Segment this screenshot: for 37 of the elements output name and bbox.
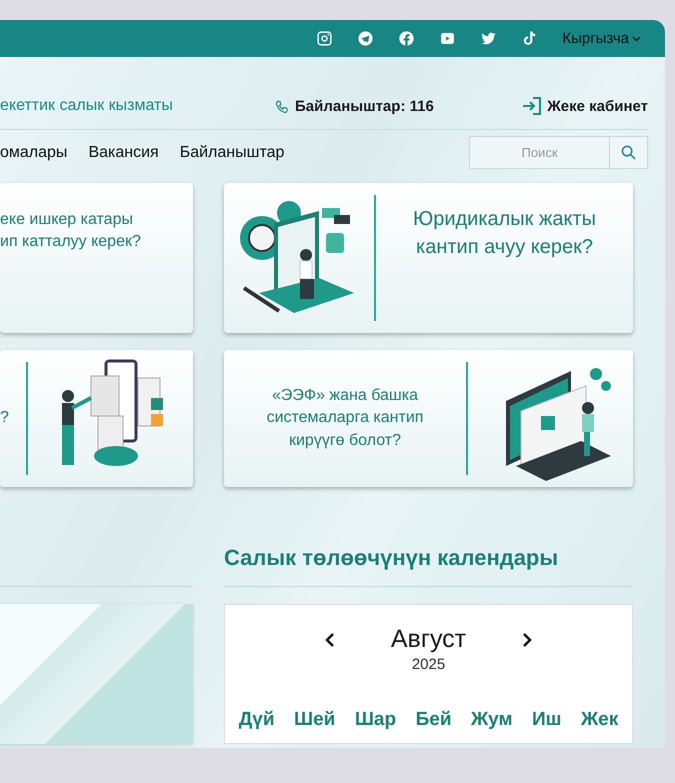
telegram-icon[interactable] (357, 30, 374, 47)
weekday-label: Шар (354, 709, 396, 731)
weekday-label: Жум (470, 709, 513, 731)
personal-cabinet-link[interactable]: Жеке кабинет (547, 98, 648, 114)
caret-icon (632, 36, 641, 42)
phone-icon (275, 100, 289, 114)
facebook-icon[interactable] (398, 30, 416, 47)
nav-link[interactable]: омалары (0, 144, 68, 162)
info-card[interactable]: «ЭЭФ» жана башка системаларга кантип кирүүгө болот? (224, 350, 633, 487)
search-field[interactable]: Поиск (469, 136, 648, 169)
search-icon (621, 145, 636, 160)
month-label: Август (390, 625, 468, 654)
info-card[interactable]: ? (0, 350, 193, 487)
card-title: Юридикалык жакты кантип ачуу керек? (412, 207, 596, 260)
weekday-label: Дүй (238, 709, 275, 731)
contact-link[interactable]: Байланыштар: 116 (295, 98, 434, 115)
weekday-label: Бей (416, 709, 452, 731)
chevron-left-icon (325, 632, 335, 648)
card-title: еке ишкер катары ип катталуу керек? (0, 210, 141, 252)
info-card[interactable]: еке ишкер катары ип катталуу керек? (0, 183, 193, 333)
year-label: 2025 (410, 656, 446, 673)
weekday-label: Жек (581, 709, 618, 731)
card-title: «ЭЭФ» жана башка системаларга кантип кирүүгө болот? (266, 386, 424, 451)
nav-link[interactable]: Байланыштар (180, 144, 284, 162)
instagram-icon[interactable] (316, 30, 334, 47)
section-heading: Салык төлөөчүнүн календары (224, 545, 560, 571)
chevron-right-icon (522, 632, 532, 648)
twitter-icon[interactable] (480, 30, 498, 47)
youtube-icon[interactable] (439, 30, 456, 47)
info-card[interactable]: Юридикалык жакты кантип ачуу керек? (224, 183, 633, 333)
weekday-label: Шей (294, 709, 336, 731)
nav-link[interactable]: Вакансия (88, 144, 159, 162)
weekday-label: Иш (532, 709, 562, 731)
card-title: ? (0, 408, 9, 428)
login-icon (522, 97, 542, 115)
site-name[interactable]: екеттик салык кызматы (0, 97, 275, 115)
language-dropdown[interactable]: Кыргызча (562, 30, 641, 47)
